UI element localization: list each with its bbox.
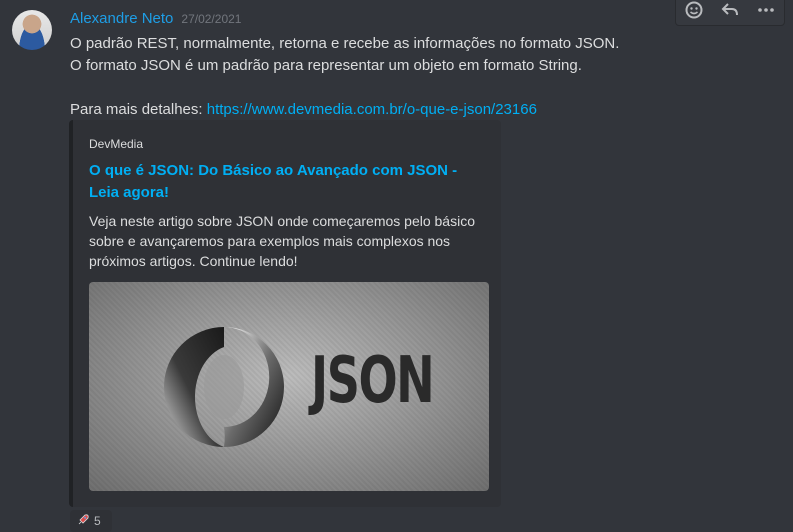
link-embed: DevMedia O que é JSON: Do Básico ao Avan… — [69, 120, 501, 507]
embed-title[interactable]: O que é JSON: Do Básico ao Avançado com … — [89, 160, 489, 204]
message-toolbar — [675, 0, 785, 26]
reaction-count: 5 — [94, 514, 101, 528]
reply-icon[interactable] — [716, 0, 744, 24]
username[interactable]: Alexandre Neto — [70, 10, 173, 27]
more-icon[interactable] — [752, 0, 780, 24]
avatar[interactable] — [12, 10, 52, 50]
message-link[interactable]: https://www.devmedia.com.br/o-que-e-json… — [207, 101, 537, 118]
message-line-blank — [70, 77, 770, 99]
message-details-line: Para mais detalhes: https://www.devmedia… — [70, 99, 770, 121]
rocket-icon — [76, 513, 90, 530]
embed-provider: DevMedia — [89, 137, 144, 151]
reaction-pill[interactable]: 5 — [70, 510, 112, 532]
message-header: Alexandre Neto 27/02/2021 — [70, 10, 241, 30]
details-prefix: Para mais detalhes: — [70, 101, 207, 118]
message-line: O padrão REST, normalmente, retorna e re… — [70, 35, 620, 52]
json-wordmark: JSON — [311, 344, 435, 418]
timestamp: 27/02/2021 — [181, 12, 242, 26]
add-reaction-icon[interactable] — [680, 0, 708, 24]
embed-description: Veja neste artigo sobre JSON onde começa… — [89, 213, 475, 269]
message-content: O padrão REST, normalmente, retorna e re… — [70, 33, 770, 121]
chat-message: Alexandre Neto 27/02/2021 O padrão REST,… — [0, 0, 793, 532]
message-line: O formato JSON é um padrão para represen… — [70, 57, 582, 74]
embed-image[interactable]: JSON — [89, 282, 489, 491]
json-logo-icon — [164, 327, 284, 447]
